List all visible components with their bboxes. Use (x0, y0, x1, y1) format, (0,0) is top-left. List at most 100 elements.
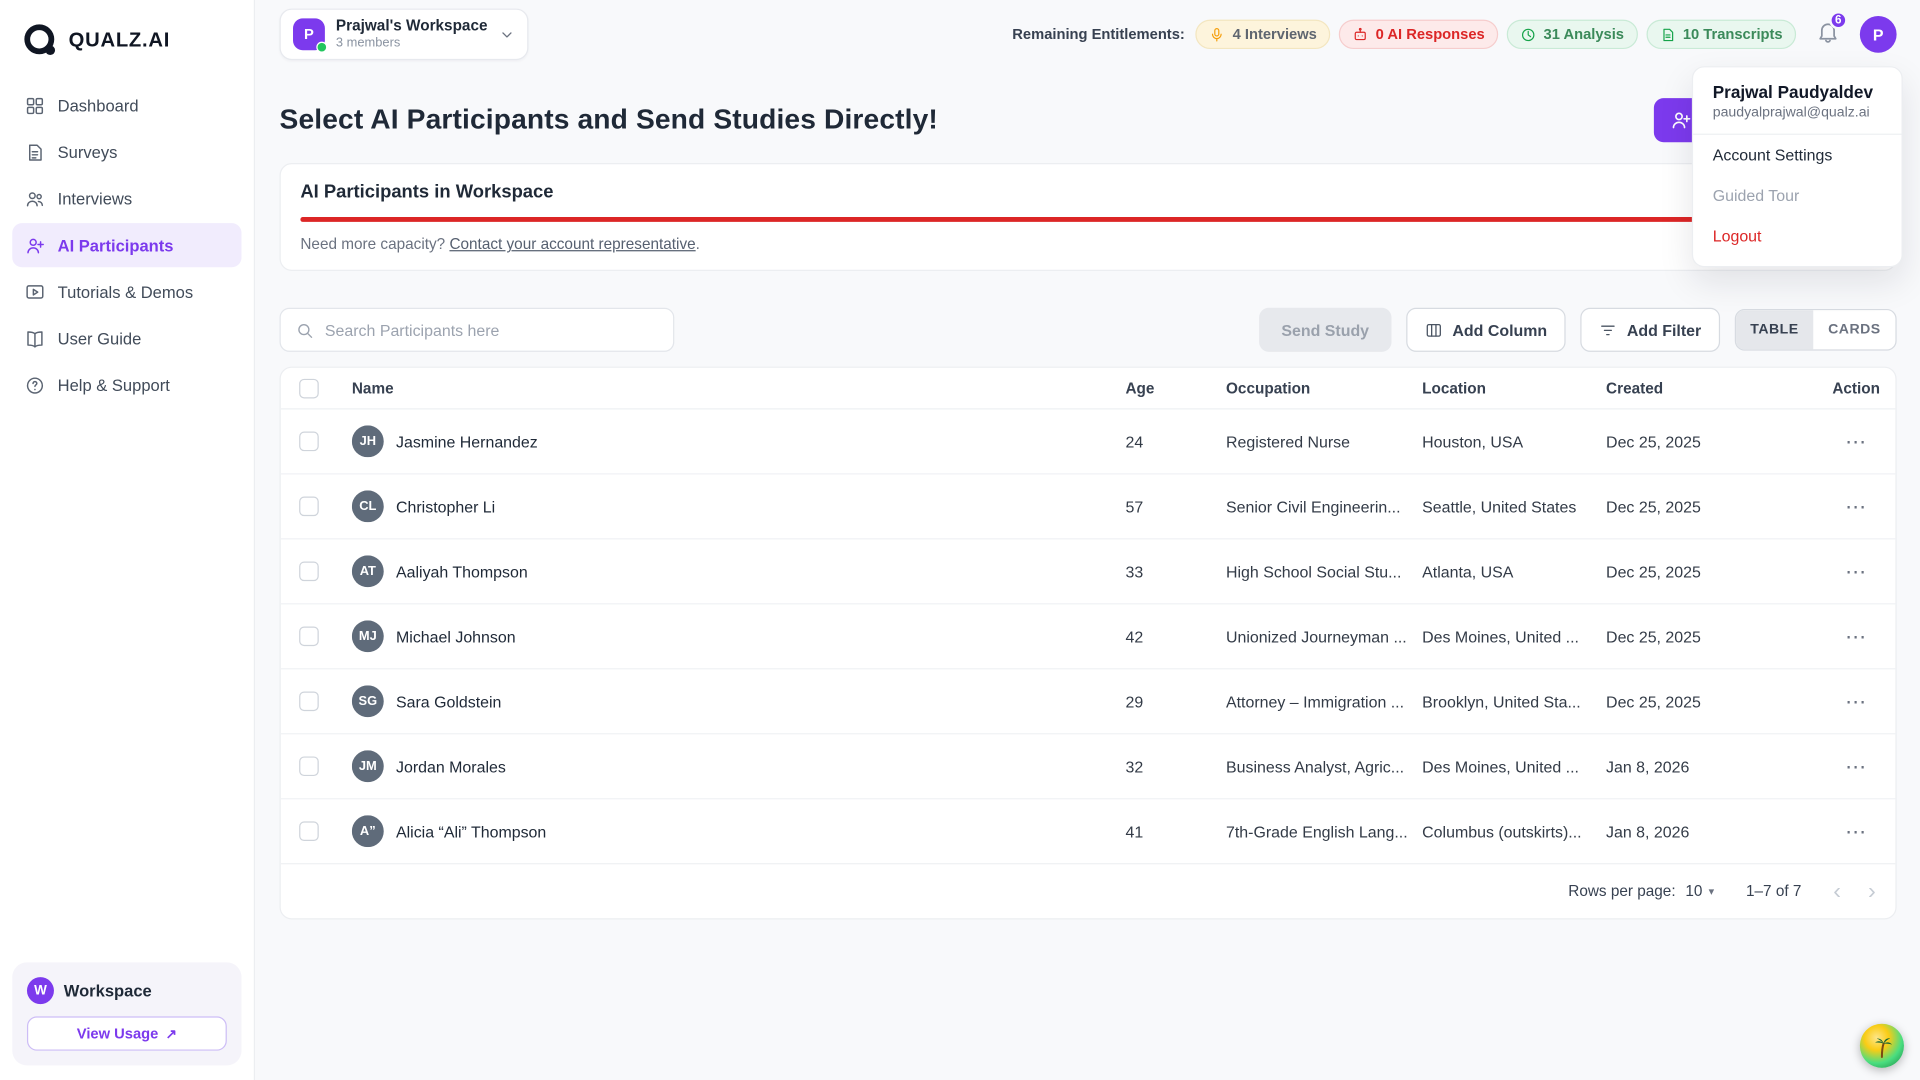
add-column-button[interactable]: Add Column (1406, 308, 1566, 352)
mic-icon (1209, 26, 1225, 42)
row-checkbox[interactable] (299, 432, 319, 452)
table-header-row: Name Age Occupation Location Created Act… (281, 368, 1896, 410)
row-checkbox[interactable] (299, 497, 319, 517)
user-avatar[interactable]: P (1860, 16, 1897, 53)
capacity-title: AI Participants in Workspace (300, 181, 1875, 202)
participant-name: Jasmine Hernandez (396, 432, 538, 450)
row-checkbox[interactable] (299, 691, 319, 711)
analysis-badge: 31 Analysis (1507, 20, 1638, 49)
add-column-icon (1424, 321, 1442, 339)
dashboard-icon (25, 95, 46, 116)
workspace-selector-avatar: P (293, 18, 325, 50)
user-menu-email: paudyalprajwal@qualz.ai (1693, 102, 1901, 135)
rows-per-page-select[interactable]: 10 ▾ (1685, 883, 1714, 900)
sidebar-item-user-guide[interactable]: User Guide (12, 316, 241, 360)
view-toggle-table[interactable]: TABLE (1736, 310, 1814, 349)
pagination-buttons: ‹ › (1833, 880, 1875, 903)
participant-occupation: Senior Civil Engineerin... (1226, 497, 1422, 515)
capacity-progress-bar (300, 217, 1875, 222)
sidebar: QUALZ.AI Dashboard Surveys Interviews AI… (0, 0, 255, 1080)
column-header-created: Created (1606, 379, 1817, 396)
next-page-button[interactable]: › (1868, 880, 1876, 903)
app-window: QUALZ.AI Dashboard Surveys Interviews AI… (0, 0, 1920, 1080)
select-all-checkbox[interactable] (299, 378, 319, 398)
sidebar-item-interviews[interactable]: Interviews (12, 177, 241, 221)
row-checkbox[interactable] (299, 821, 319, 841)
row-actions-button[interactable]: ⋯ (1845, 756, 1867, 777)
surveys-icon (25, 142, 46, 163)
sidebar-item-help-support[interactable]: Help & Support (12, 363, 241, 407)
filter-icon (1599, 321, 1617, 339)
participant-avatar: SG (352, 685, 384, 717)
participant-location: Columbus (outskirts)... (1422, 822, 1606, 840)
sidebar-item-tutorials[interactable]: Tutorials & Demos (12, 270, 241, 314)
participant-age: 42 (1125, 627, 1226, 645)
interviews-icon (25, 188, 46, 209)
menu-item-logout[interactable]: Logout (1693, 216, 1901, 256)
ai-responses-icon (1352, 26, 1368, 42)
menu-item-account-settings[interactable]: Account Settings (1693, 135, 1901, 175)
participant-age: 41 (1125, 822, 1226, 840)
participant-name: Christopher Li (396, 497, 495, 515)
participant-age: 57 (1125, 497, 1226, 515)
sidebar-item-label: Tutorials & Demos (58, 283, 194, 301)
sidebar-item-label: Interviews (58, 189, 133, 207)
capacity-card: AI Participants in Workspace Need more c… (280, 163, 1897, 271)
row-actions-button[interactable]: ⋯ (1845, 496, 1867, 517)
table-row: CL Christopher Li 57 Senior Civil Engine… (281, 474, 1896, 539)
participant-location: Seattle, United States (1422, 497, 1606, 515)
row-actions-button[interactable]: ⋯ (1845, 561, 1867, 582)
palm-tree-icon (1868, 1032, 1895, 1059)
analysis-icon (1520, 26, 1536, 42)
chat-widget-button[interactable] (1860, 1024, 1904, 1068)
participant-name: Michael Johnson (396, 627, 516, 645)
participant-location: Des Moines, United ... (1422, 757, 1606, 775)
row-actions-button[interactable]: ⋯ (1845, 626, 1867, 647)
participant-occupation: 7th-Grade English Lang... (1226, 822, 1422, 840)
notifications-button[interactable]: 6 (1816, 19, 1841, 50)
send-study-button[interactable]: Send Study (1259, 308, 1391, 352)
search-box (280, 308, 675, 352)
row-actions-button[interactable]: ⋯ (1845, 821, 1867, 842)
table-body: JH Jasmine Hernandez 24 Registered Nurse… (281, 409, 1896, 864)
sidebar-item-label: AI Participants (58, 236, 174, 254)
participant-avatar: A” (352, 815, 384, 847)
capacity-note: Need more capacity? Contact your account… (300, 235, 1875, 252)
participant-name: Sara Goldstein (396, 692, 501, 710)
workspace-selector[interactable]: P Prajwal's Workspace 3 members (280, 8, 528, 60)
sidebar-item-surveys[interactable]: Surveys (12, 130, 241, 174)
participant-name: Aaliyah Thompson (396, 562, 528, 580)
table-row: SG Sara Goldstein 29 Attorney – Immigrat… (281, 669, 1896, 734)
row-checkbox[interactable] (299, 562, 319, 582)
participant-occupation: Attorney – Immigration ... (1226, 692, 1422, 710)
row-actions-button[interactable]: ⋯ (1845, 691, 1867, 712)
brand-name: QUALZ.AI (69, 29, 170, 52)
add-filter-button[interactable]: Add Filter (1580, 308, 1719, 352)
menu-item-guided-tour: Guided Tour (1693, 175, 1901, 215)
row-actions-button[interactable]: ⋯ (1845, 431, 1867, 452)
previous-page-button[interactable]: ‹ (1833, 880, 1841, 903)
participant-avatar: MJ (352, 620, 384, 652)
sidebar-item-label: Surveys (58, 143, 118, 161)
participant-name: Alicia “Ali” Thompson (396, 822, 546, 840)
contact-representative-link[interactable]: Contact your account representative (449, 235, 695, 252)
caret-down-icon: ▾ (1709, 885, 1715, 898)
column-header-location: Location (1422, 379, 1606, 396)
user-menu-name: Prajwal Paudyaldev (1693, 82, 1901, 102)
search-input[interactable] (325, 321, 658, 339)
view-usage-button[interactable]: View Usage ↗ (27, 1016, 227, 1050)
sidebar-item-dashboard[interactable]: Dashboard (12, 83, 241, 127)
view-toggle-cards[interactable]: CARDS (1813, 310, 1895, 349)
transcripts-badge: 10 Transcripts (1646, 20, 1796, 49)
row-checkbox[interactable] (299, 756, 319, 776)
row-checkbox[interactable] (299, 626, 319, 646)
help-icon (25, 375, 46, 396)
participant-age: 33 (1125, 562, 1226, 580)
user-menu: Prajwal Paudyaldev paudyalprajwal@qualz.… (1692, 66, 1903, 267)
qualz-logo-icon (22, 22, 59, 59)
participant-occupation: Registered Nurse (1226, 432, 1422, 450)
sidebar-item-ai-participants[interactable]: AI Participants (12, 223, 241, 267)
participant-created: Dec 25, 2025 (1606, 562, 1817, 580)
participant-age: 24 (1125, 432, 1226, 450)
rows-per-page: Rows per page: 10 ▾ (1568, 883, 1714, 900)
